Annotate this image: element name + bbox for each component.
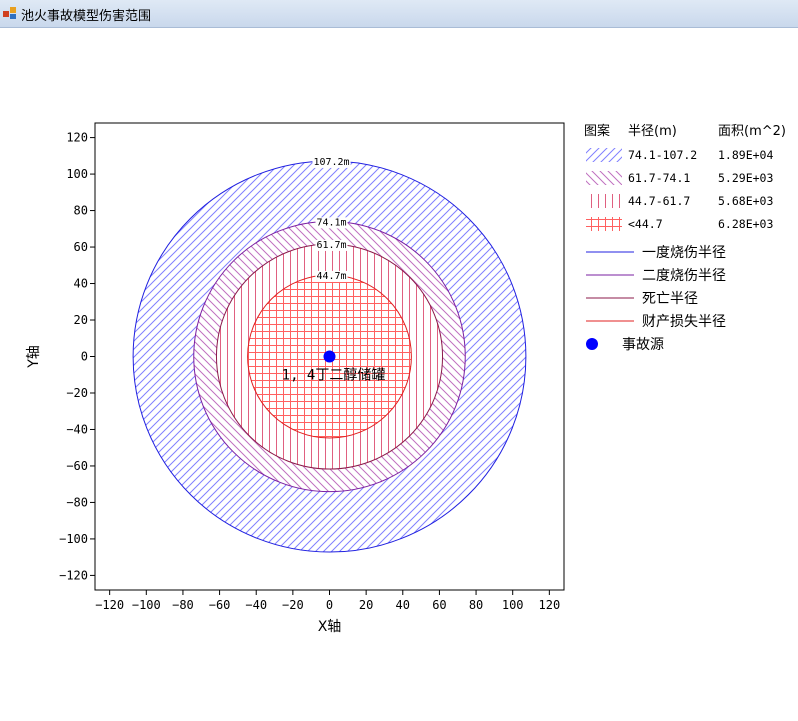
- y-tick-label: 120: [66, 131, 88, 145]
- x-tick-label: 100: [502, 598, 524, 612]
- legend-line-label: 二度烧伤半径: [642, 268, 726, 284]
- legend-line-label: 死亡半径: [642, 291, 698, 307]
- legend-swatch-1: [586, 171, 622, 185]
- y-tick-label: 100: [66, 167, 88, 181]
- legend-header: 图案: [584, 124, 610, 139]
- plot-content: 107.2m 74.1m 61.7m 44.7m 1, 4丁二醇储罐: [132, 156, 527, 553]
- legend-header: 半径(m): [628, 124, 677, 139]
- window-title: 池火事故模型伤害范围: [21, 9, 152, 24]
- legend-header: 面积(m^2): [718, 124, 786, 139]
- accident-source-point: [323, 350, 336, 363]
- x-tick-label: 0: [326, 598, 333, 612]
- y-tick-label: −100: [59, 532, 88, 546]
- legend-area: 5.29E+03: [718, 171, 773, 185]
- y-tick-label: −20: [66, 386, 88, 400]
- y-tick-label: 40: [74, 277, 88, 291]
- y-tick-label: −60: [66, 459, 88, 473]
- x-tick-label: 60: [432, 598, 446, 612]
- y-tick-label: 80: [74, 204, 88, 218]
- y-tick-label: 0: [81, 350, 88, 364]
- legend-swatch-0: [586, 148, 622, 162]
- legend-swatch-3: [586, 217, 622, 231]
- legend-line-label: 财产损失半径: [642, 314, 726, 330]
- y-tick-label: −120: [59, 568, 88, 582]
- x-tick-label: 20: [359, 598, 373, 612]
- y-tick-label: 20: [74, 313, 88, 327]
- legend-area: 5.68E+03: [718, 194, 773, 208]
- legend-range: 74.1-107.2: [628, 148, 697, 162]
- damage-range-chart: 107.2m 74.1m 61.7m 44.7m 1, 4丁二醇储罐 −120 −100 −8…: [26, 122, 786, 635]
- legend-area: 1.89E+04: [718, 148, 773, 162]
- x-tick-label: −40: [245, 598, 267, 612]
- y-tick-label: 60: [74, 240, 88, 254]
- legend-range: <44.7: [628, 217, 663, 231]
- x-tick-label: −120: [95, 598, 124, 612]
- y-tick-label: −40: [66, 422, 88, 436]
- radius-label-3: 44.7m: [316, 271, 346, 282]
- x-axis-label: X轴: [318, 619, 342, 635]
- y-axis-label: Y轴: [26, 345, 42, 369]
- legend-source-marker: [586, 338, 598, 350]
- legend-line-label: 一度烧伤半径: [642, 245, 726, 261]
- x-tick-label: −80: [172, 598, 194, 612]
- legend-swatch-2: [586, 194, 622, 208]
- x-tick-label: 40: [396, 598, 410, 612]
- radius-label-1: 74.1m: [316, 217, 346, 228]
- legend: 图案 半径(m) 面积(m^2) 74.1-107.2 1.89E+04 61.7-74.…: [584, 124, 786, 353]
- x-tick-label: −100: [132, 598, 161, 612]
- y-tick-label: −80: [66, 495, 88, 509]
- radius-label-0: 107.2m: [313, 157, 349, 168]
- legend-range: 61.7-74.1: [628, 171, 690, 185]
- x-tick-label: 120: [539, 598, 561, 612]
- app-icon: [3, 7, 16, 19]
- legend-range: 44.7-61.7: [628, 194, 690, 208]
- x-tick-label: −60: [209, 598, 231, 612]
- legend-source-label: 事故源: [622, 337, 664, 353]
- legend-area: 6.28E+03: [718, 217, 773, 231]
- x-tick-label: −20: [282, 598, 304, 612]
- source-label: 1, 4丁二醇储罐: [282, 367, 386, 384]
- radius-label-2: 61.7m: [316, 240, 346, 251]
- x-tick-label: 80: [469, 598, 483, 612]
- title-bar: 池火事故模型伤害范围: [0, 0, 798, 28]
